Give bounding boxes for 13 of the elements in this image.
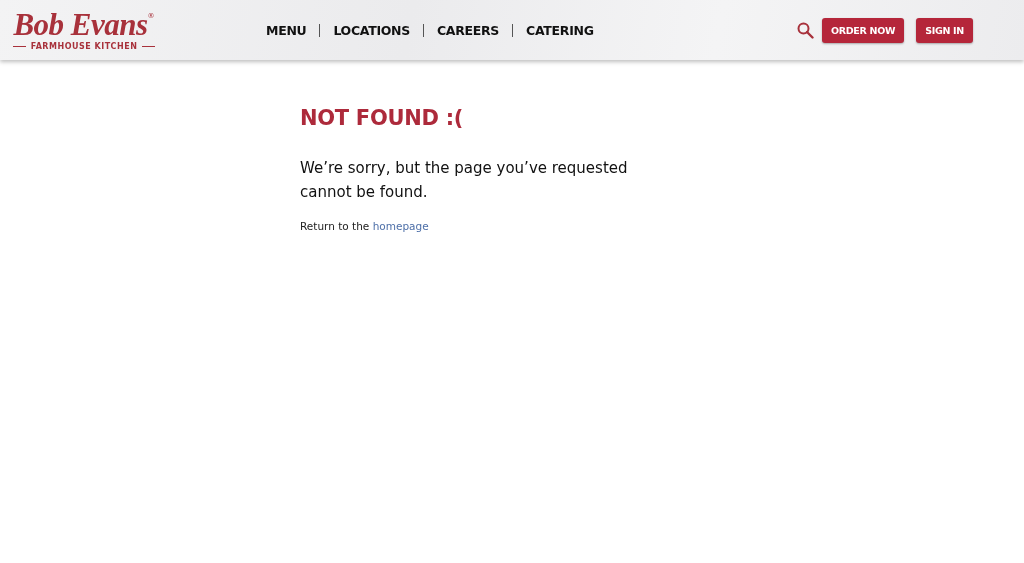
page-title: NOT FOUND :( bbox=[300, 105, 465, 132]
nav-link[interactable]: MENU bbox=[266, 22, 307, 38]
error-message: We’re sorry, but the page you’ve requested cannot be found. bbox=[300, 158, 629, 203]
homepage-link[interactable]: homepage bbox=[372, 220, 429, 232]
search-icon[interactable] bbox=[796, 21, 814, 39]
logo-name: Bob Evans bbox=[13, 9, 148, 41]
return-text: Return to the bbox=[300, 220, 370, 232]
nav-link[interactable]: CAREERS bbox=[437, 22, 500, 38]
nav-link[interactable]: LOCATIONS bbox=[333, 22, 410, 38]
logo-tagline: FARMHOUSE KITCHEN bbox=[30, 42, 138, 51]
sign-in-button[interactable]: SIGN IN bbox=[916, 17, 973, 43]
nav-link[interactable]: CATERING bbox=[526, 22, 594, 38]
order-button[interactable]: ORDER NOW bbox=[821, 17, 905, 43]
